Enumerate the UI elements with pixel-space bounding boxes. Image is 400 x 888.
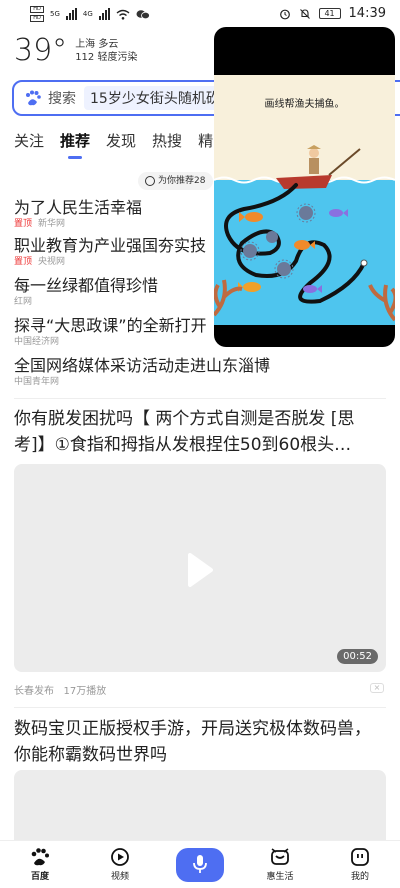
network-4g-label: 4G — [82, 10, 93, 18]
floating-game-window[interactable]: 画线帮渔夫捕鱼。 — [214, 27, 395, 347]
baidu-paw-icon — [26, 90, 41, 106]
news-item[interactable]: 全国网络媒体采访活动走进山东淄博 中国青年网 — [14, 356, 394, 388]
tab-featured[interactable]: 精 — [198, 130, 213, 151]
clock-time: 14:39 — [348, 6, 386, 21]
tab-discover[interactable]: 发现 — [106, 130, 136, 151]
video-card-title[interactable]: 你有脱发困扰吗【 两个方式自测是否脱发 [思考]】①食指和拇指从发根捏住50到6… — [14, 406, 386, 458]
signal-icon-2 — [98, 8, 110, 20]
nav-video[interactable]: 视频 — [80, 841, 160, 888]
news-source: 红网 — [14, 297, 33, 307]
air-quality: 112 轻度污染 — [75, 52, 138, 63]
pufferfish-icon — [266, 231, 278, 243]
nav-hui-life[interactable]: 惠生活 — [240, 841, 320, 888]
battery-icon: 41 — [318, 8, 341, 19]
ad-thumbnail[interactable] — [14, 770, 386, 850]
network-5g-label: 5G — [50, 10, 60, 18]
video-duration: 00:52 — [337, 649, 378, 664]
tab-recommend[interactable]: 推荐 — [60, 130, 90, 159]
news-source: 央视网 — [38, 257, 66, 267]
video-meta: 长春发布 17万播放 — [14, 682, 106, 697]
video-play-icon — [111, 848, 129, 866]
search-label: 搜索 — [48, 91, 76, 107]
temperature: 39° — [14, 33, 68, 68]
fishing-game-canvas[interactable] — [214, 75, 395, 325]
video-thumbnail[interactable]: 00:52 — [14, 464, 386, 672]
bottom-navigation: 百度 视频 惠生活 我的 — [0, 840, 400, 888]
hui-life-icon — [271, 848, 289, 865]
baidu-feed-screen: HDHD 5G 4G 41 14:39 39° 上海 多云 112 轻度污染 — [0, 0, 400, 888]
signal-icon — [65, 8, 77, 20]
mute-bell-icon — [299, 8, 310, 19]
tab-hot-search[interactable]: 热搜 — [152, 130, 182, 151]
nav-voice-search[interactable] — [160, 841, 240, 888]
news-source: 中国经济网 — [14, 337, 60, 347]
divider — [14, 707, 386, 708]
status-bar: HD HD 5G 4G 41 14:39 — [0, 0, 400, 28]
wechat-icon — [136, 9, 150, 19]
microphone-icon — [193, 854, 207, 873]
nav-profile[interactable]: 我的 — [320, 841, 400, 888]
nav-label: 视频 — [110, 872, 129, 882]
pinned-tag: 置顶 — [14, 219, 33, 229]
news-source: 新华网 — [38, 219, 66, 229]
profile-face-icon — [351, 848, 369, 866]
nav-label: 我的 — [350, 872, 369, 882]
video-publisher: 长春发布 — [14, 686, 54, 697]
baidu-paw-icon — [31, 848, 49, 866]
tab-follow[interactable]: 关注 — [14, 130, 44, 151]
nav-home[interactable]: 百度 — [0, 841, 80, 888]
news-source: 中国青年网 — [14, 377, 60, 387]
play-icon[interactable] — [186, 552, 214, 588]
pinned-tag: 置顶 — [14, 257, 33, 267]
game-instruction: 画线帮渔夫捕鱼。 — [264, 99, 345, 110]
dismiss-icon[interactable]: × — [370, 683, 384, 693]
ad-card-title[interactable]: 数码宝贝正版授权手游，开局送究极体数码兽，你能称霸数码世界吗 — [14, 716, 386, 768]
recommend-count-pill: 为你推荐28 — [138, 172, 214, 190]
wifi-icon — [116, 9, 130, 20]
sim-indicator: HD HD — [30, 6, 44, 22]
search-input[interactable]: 15岁少女街头随机砍 — [84, 86, 226, 110]
alarm-icon — [279, 9, 290, 19]
video-plays: 17万播放 — [63, 686, 107, 697]
microphone-button[interactable] — [176, 847, 224, 882]
weather-widget[interactable]: 39° 上海 多云 112 轻度污染 — [14, 36, 137, 66]
feed-tabs: 关注 推荐 发现 热搜 精 — [14, 130, 213, 159]
weather-location: 上海 多云 — [75, 39, 119, 50]
nav-label: 百度 — [30, 872, 49, 882]
divider — [14, 398, 386, 399]
news-title: 全国网络媒体采访活动走进山东淄博 — [14, 356, 271, 375]
nav-label: 惠生活 — [266, 872, 294, 882]
